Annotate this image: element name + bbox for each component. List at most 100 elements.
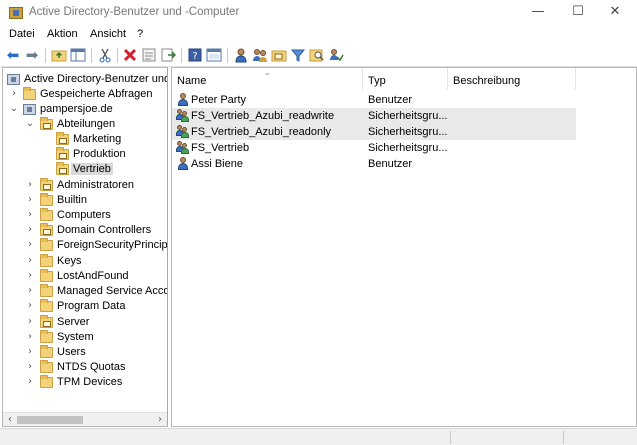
folder-icon (40, 254, 53, 267)
expand-icon[interactable]: › (25, 317, 35, 327)
status-divider (450, 431, 451, 444)
tree-item-label: Program Data (57, 300, 126, 312)
tree-item-label: Domain Controllers (57, 224, 152, 236)
tree-item-label: Marketing (73, 133, 122, 145)
group-icon (176, 125, 189, 138)
expand-icon[interactable]: › (25, 271, 35, 281)
folder-icon (40, 238, 53, 251)
column-header-type[interactable]: Typ (363, 68, 448, 90)
delete-icon[interactable] (122, 47, 138, 63)
delegate-icon[interactable] (328, 47, 344, 63)
toolbar-separator (91, 48, 92, 63)
scroll-left-icon[interactable]: ‹ (4, 413, 16, 426)
tree-item-label: TPM Devices (57, 376, 123, 388)
tree-item-label: Computers (57, 209, 111, 221)
expand-icon[interactable]: › (25, 362, 35, 372)
expand-icon[interactable]: › (25, 301, 35, 311)
toolbar-separator (117, 48, 118, 63)
tree-item-label: ForeignSecurityPrincipals (57, 239, 168, 251)
tree-item-label: Vertrieb (71, 163, 113, 175)
item-type: Sicherheitsgru... (368, 126, 448, 138)
expand-icon[interactable]: › (25, 180, 35, 190)
new-user-icon[interactable] (233, 47, 249, 63)
properties-icon[interactable] (141, 47, 157, 63)
menu-ansicht[interactable]: Ansicht (90, 28, 126, 40)
ou-folder-icon (40, 178, 53, 191)
list-item[interactable]: FS_Vertrieb_Azubi_readwrite Sicherheitsg… (172, 108, 576, 124)
svg-text:?: ? (192, 51, 197, 62)
folder-icon (40, 208, 53, 221)
tree-item-label: Abteilungen (57, 118, 116, 130)
snapin-icon (7, 74, 20, 85)
minimize-button[interactable]: — (516, 0, 560, 26)
tree-item-label: pampersjoe.de (40, 103, 113, 115)
list-item[interactable]: FS_Vertrieb Sicherheitsgru... (172, 140, 576, 156)
list-item[interactable]: Peter Party Benutzer (172, 92, 576, 108)
folder-icon (23, 87, 36, 100)
new-ou-icon[interactable] (271, 47, 287, 63)
tree-item-label: Gespeicherte Abfragen (40, 88, 153, 100)
tree-item-label: Server (57, 316, 90, 328)
collapse-icon[interactable]: ⌄ (9, 104, 19, 114)
expand-icon[interactable]: › (25, 332, 35, 342)
list-item[interactable]: FS_Vertrieb_Azubi_readonly Sicherheitsgr… (172, 124, 576, 140)
sort-indicator-icon: ⌄ (264, 68, 271, 77)
folder-icon (40, 375, 53, 388)
toolbar: ⬅ ➡ ? (0, 45, 637, 67)
find-icon[interactable] (309, 47, 325, 63)
back-arrow-icon[interactable]: ⬅ (5, 47, 21, 63)
ou-folder-icon (56, 147, 69, 160)
expand-icon[interactable]: › (25, 225, 35, 235)
expand-icon[interactable]: › (25, 347, 35, 357)
tree-item-label: Keys (57, 255, 82, 267)
column-header-label: Typ (368, 75, 386, 87)
tree-item-label: LostAndFound (57, 270, 129, 282)
expand-icon[interactable]: › (25, 256, 35, 266)
user-icon (176, 157, 189, 170)
cut-icon[interactable] (97, 47, 113, 63)
help-icon[interactable]: ? (187, 47, 203, 63)
close-button[interactable]: ✕ (593, 0, 637, 26)
window-title: Active Directory-Benutzer und -Computer (29, 6, 240, 18)
column-header-description[interactable]: Beschreibung (448, 68, 576, 90)
up-folder-icon[interactable] (51, 47, 67, 63)
item-name: Peter Party (191, 94, 247, 106)
show-tree-icon[interactable] (70, 47, 86, 63)
tree-item-label: NTDS Quotas (57, 361, 126, 373)
toolbar-separator (45, 48, 46, 63)
tree-horizontal-scrollbar[interactable]: ‹ › (3, 412, 167, 426)
column-header-name[interactable]: Name ⌄ (172, 68, 363, 90)
item-name: FS_Vertrieb (191, 142, 250, 154)
filter-icon[interactable] (290, 47, 306, 63)
tree-item-label: Managed Service Accounts (57, 285, 168, 297)
list-item[interactable]: Assi Biene Benutzer (172, 156, 576, 172)
console-icon[interactable] (206, 47, 222, 63)
tree-root-label: Active Directory-Benutzer und - (24, 73, 168, 85)
details-list: Name ⌄ Typ Beschreibung Peter Party Benu… (171, 67, 637, 427)
menu-aktion[interactable]: Aktion (47, 28, 78, 40)
item-name: Assi Biene (191, 158, 243, 170)
expand-icon[interactable]: › (25, 377, 35, 387)
menu-bar: Datei Aktion Ansicht ? (0, 27, 637, 45)
app-icon (9, 7, 23, 19)
expand-icon[interactable]: › (25, 210, 35, 220)
menu-datei[interactable]: Datei (9, 28, 35, 40)
export-icon[interactable] (160, 47, 176, 63)
domain-icon (23, 104, 36, 115)
expand-icon[interactable]: › (9, 89, 19, 99)
title-bar: Active Directory-Benutzer und -Computer … (0, 0, 637, 27)
folder-icon (40, 193, 53, 206)
expand-icon[interactable]: › (25, 195, 35, 205)
new-group-icon[interactable] (252, 47, 268, 63)
menu-help[interactable]: ? (137, 28, 143, 40)
item-type: Sicherheitsgru... (368, 110, 448, 122)
expand-icon[interactable]: › (25, 240, 35, 250)
folder-icon (40, 269, 53, 282)
expand-icon[interactable]: › (25, 286, 35, 296)
status-divider (563, 431, 564, 444)
scroll-right-icon[interactable]: › (154, 413, 166, 426)
collapse-icon[interactable]: ⌄ (25, 119, 35, 129)
forward-arrow-icon[interactable]: ➡ (24, 47, 40, 63)
scrollbar-thumb[interactable] (17, 416, 83, 424)
group-icon (176, 141, 189, 154)
